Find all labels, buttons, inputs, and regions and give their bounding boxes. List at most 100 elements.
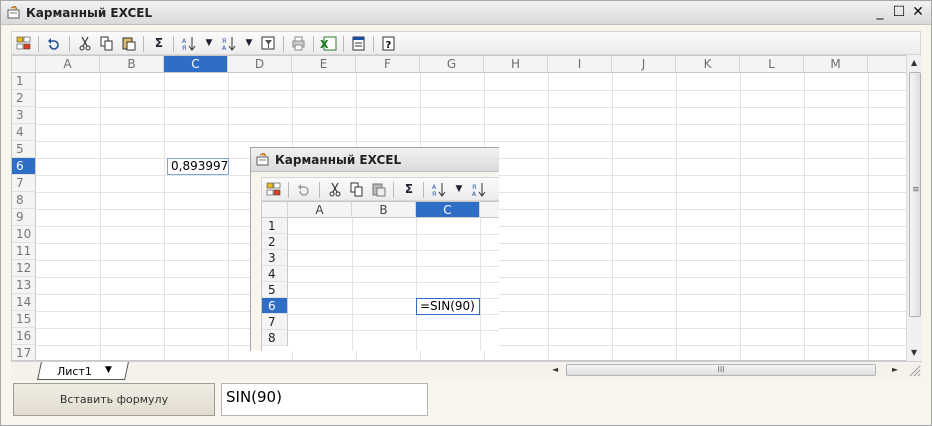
row-header-9[interactable]: 9	[12, 209, 36, 226]
insert-formula-button[interactable]: Вставить формулу	[13, 383, 215, 416]
popup-sum-icon[interactable]: Σ	[399, 180, 419, 199]
popup-col-header-d[interactable]	[480, 202, 499, 218]
popup-row-header-4[interactable]: 4	[262, 266, 288, 282]
popup-row-header-1[interactable]: 1	[262, 218, 288, 234]
sort-desc-icon[interactable]: ЯA	[219, 34, 239, 53]
col-header-j[interactable]: J	[612, 56, 676, 73]
col-header-m[interactable]: M	[804, 56, 868, 73]
window-title: Карманный EXCEL	[26, 6, 153, 20]
popup-copy-icon[interactable]	[347, 180, 367, 199]
paste-icon[interactable]	[119, 34, 139, 53]
popup-title-bar: Карманный EXCEL	[251, 148, 499, 172]
row-header-3[interactable]: 3	[12, 107, 36, 124]
popup-row-header-6[interactable]: 6	[262, 298, 288, 314]
col-header-d[interactable]: D	[228, 56, 292, 73]
col-header-k[interactable]: K	[676, 56, 740, 73]
app-icon	[7, 6, 20, 19]
row-header-16[interactable]: 16	[12, 328, 36, 345]
svg-text:A: A	[182, 38, 187, 45]
scroll-right-icon[interactable]: ►	[892, 365, 898, 374]
popup-paste-icon[interactable]	[369, 180, 389, 199]
formula-input[interactable]: SIN(90)	[221, 383, 428, 416]
corner-cell[interactable]	[12, 56, 36, 73]
grid-settings-icon[interactable]	[14, 34, 34, 53]
row-header-5[interactable]: 5	[12, 141, 36, 158]
export-icon[interactable]	[349, 34, 369, 53]
row-header-14[interactable]: 14	[12, 294, 36, 311]
col-header-l[interactable]: L	[740, 56, 804, 73]
cell-c6[interactable]: 0,893997	[167, 158, 229, 175]
excel-icon[interactable]: X	[319, 34, 339, 53]
main-window: Карманный EXCEL _ ☐ ✕ Σ AЯ ▼ ЯA ▼ X ? A …	[0, 0, 932, 426]
popup-row-header-7[interactable]: 7	[262, 314, 288, 330]
row-header-10[interactable]: 10	[12, 226, 36, 243]
scroll-up-icon[interactable]: ▲	[911, 58, 917, 67]
popup-sort-asc-icon[interactable]: AЯ	[429, 180, 449, 199]
row-header-2[interactable]: 2	[12, 90, 36, 107]
popup-row-header-8[interactable]: 8	[262, 330, 288, 346]
hscroll-thumb[interactable]: III	[566, 364, 876, 376]
row-header-11[interactable]: 11	[12, 243, 36, 260]
popup-col-header-a[interactable]: A	[288, 202, 352, 218]
col-header-h[interactable]: H	[484, 56, 548, 73]
sheet-tab-label[interactable]: Лист1	[57, 365, 92, 378]
row-header-17[interactable]: 17	[12, 345, 36, 360]
svg-text:A: A	[432, 184, 437, 191]
cut-icon[interactable]	[75, 34, 95, 53]
sum-icon[interactable]: Σ	[149, 34, 169, 53]
popup-grid-settings-icon[interactable]	[264, 180, 284, 199]
col-header-e[interactable]: E	[292, 56, 356, 73]
popup-row-header-2[interactable]: 2	[262, 234, 288, 250]
row-header-12[interactable]: 12	[12, 260, 36, 277]
col-header-f[interactable]: F	[356, 56, 420, 73]
popup-col-header-b[interactable]: B	[352, 202, 416, 218]
popup-row-header-3[interactable]: 3	[262, 250, 288, 266]
sort-desc-dropdown-icon[interactable]: ▼	[239, 34, 259, 53]
row-header-6[interactable]: 6	[12, 158, 36, 175]
print-icon[interactable]	[289, 34, 309, 53]
title-bar: Карманный EXCEL _ ☐ ✕	[1, 1, 931, 25]
copy-icon[interactable]	[97, 34, 117, 53]
popup-title: Карманный EXCEL	[275, 153, 402, 167]
svg-text:Я: Я	[182, 45, 186, 51]
row-header-13[interactable]: 13	[12, 277, 36, 294]
filter-icon[interactable]	[259, 34, 279, 53]
sheet-tab-dropdown-icon[interactable]: ▼	[105, 365, 112, 375]
popup-row-header-5[interactable]: 5	[262, 282, 288, 298]
popup-cell-c6[interactable]: =SIN(90)	[416, 298, 480, 315]
popup-cut-icon[interactable]	[325, 180, 345, 199]
row-header-1[interactable]: 1	[12, 73, 36, 90]
maximize-button[interactable]: ☐	[890, 3, 908, 21]
popup-undo-icon[interactable]	[294, 180, 314, 199]
row-header-4[interactable]: 4	[12, 124, 36, 141]
popup-corner-cell[interactable]	[262, 202, 288, 218]
row-header-7[interactable]: 7	[12, 175, 36, 192]
col-header-g[interactable]: G	[420, 56, 484, 73]
row-header-8[interactable]: 8	[12, 192, 36, 209]
popup-col-header-c[interactable]: C	[416, 202, 480, 218]
svg-text:A: A	[222, 45, 227, 51]
sort-asc-icon[interactable]: AЯ	[179, 34, 199, 53]
svg-text:Я: Я	[432, 191, 436, 197]
popup-sort-desc-icon[interactable]: ЯA	[469, 180, 489, 199]
resize-grip-icon[interactable]	[906, 362, 922, 378]
vertical-scrollbar[interactable]: ▲ ≡ ▼	[906, 55, 922, 362]
col-header-c[interactable]: C	[164, 56, 228, 73]
scroll-left-icon[interactable]: ◄	[552, 365, 558, 374]
scroll-down-icon[interactable]: ▼	[911, 348, 917, 357]
row-header-15[interactable]: 15	[12, 311, 36, 328]
popup-spreadsheet-grid[interactable]: A B C 1 2 3 4 5 6 7 8 =SIN(90)	[261, 201, 499, 351]
minimize-button[interactable]: _	[871, 3, 889, 21]
help-icon[interactable]: ?	[379, 34, 399, 53]
toolbar: Σ AЯ ▼ ЯA ▼ X ?	[11, 31, 921, 55]
close-button[interactable]: ✕	[909, 3, 927, 21]
col-header-i[interactable]: I	[548, 56, 612, 73]
vscroll-thumb[interactable]: ≡	[909, 72, 921, 317]
col-header-b[interactable]: B	[100, 56, 164, 73]
col-header-a[interactable]: A	[36, 56, 100, 73]
popup-toolbar: Σ AЯ ▼ ЯA	[261, 177, 499, 201]
sort-asc-dropdown-icon[interactable]: ▼	[199, 34, 219, 53]
popup-sort-dropdown-icon[interactable]: ▼	[449, 180, 469, 199]
horizontal-scrollbar[interactable]: ◄ III ►	[549, 361, 904, 379]
undo-icon[interactable]	[44, 34, 64, 53]
